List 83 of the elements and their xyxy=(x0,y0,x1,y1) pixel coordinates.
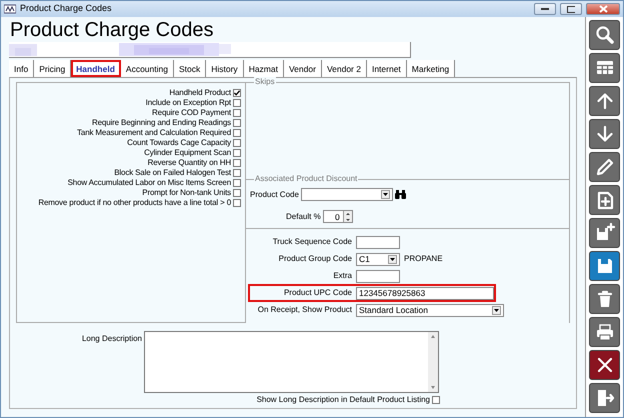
toolbar-button[interactable] xyxy=(589,317,620,347)
checkbox[interactable] xyxy=(233,99,241,107)
checkbox[interactable] xyxy=(432,396,440,404)
binoculars-icon[interactable] xyxy=(394,190,406,200)
field-label: Long Description xyxy=(80,333,142,345)
caret-icon xyxy=(382,193,388,196)
dropdown[interactable]: Standard Location xyxy=(356,304,504,316)
window-title: Product Charge Codes xyxy=(20,2,112,16)
checkbox-label: Block Sale on Failed Halogen Test xyxy=(114,167,231,179)
input-field[interactable] xyxy=(356,270,400,282)
checkbox-label: Include on Exception Rpt xyxy=(146,97,231,109)
app-icon xyxy=(4,4,16,14)
field-label: Extra xyxy=(332,270,353,282)
dropdown[interactable]: C1 xyxy=(356,252,400,266)
checkbox-label: Require Beginning and Ending Readings xyxy=(92,117,231,129)
long-description-field[interactable] xyxy=(144,331,439,393)
group-label: Skips xyxy=(254,77,276,87)
toolbar-button[interactable] xyxy=(589,53,620,83)
toolbar-button[interactable] xyxy=(589,284,620,314)
checkbox[interactable] xyxy=(233,129,241,137)
field-label: Product Code xyxy=(250,188,299,201)
maximize-icon xyxy=(567,6,575,12)
tab[interactable]: Pricing xyxy=(34,60,72,77)
tab[interactable]: Accounting xyxy=(120,60,174,77)
tab[interactable]: Handheld xyxy=(71,60,121,77)
checkbox[interactable] xyxy=(233,89,241,97)
field-label: On Receipt, Show Product xyxy=(256,304,353,316)
tab[interactable]: Hazmat xyxy=(244,60,284,77)
field-label: Product UPC Code xyxy=(282,287,353,299)
toolbar-button[interactable] xyxy=(589,152,620,182)
checkbox-label: Handheld Product xyxy=(169,87,231,99)
toolbar-button[interactable] xyxy=(589,119,620,149)
close-button[interactable] xyxy=(586,3,620,15)
checkbox-label: Tank Measurement and Calculation Required xyxy=(77,127,231,139)
checkbox[interactable] xyxy=(233,139,241,147)
toolbar-button[interactable] xyxy=(589,218,620,248)
checkbox-label: Count Towards Cage Capacity xyxy=(127,137,231,149)
toolbar-button[interactable] xyxy=(589,86,620,116)
close-icon xyxy=(598,5,608,13)
checkbox-label: Reverse Quantity on HH xyxy=(148,157,231,169)
tab[interactable]: Info xyxy=(9,60,34,77)
tab[interactable]: Internet xyxy=(366,60,407,77)
spin-up-icon[interactable] xyxy=(346,213,350,216)
tab[interactable]: Vendor 2 xyxy=(322,60,367,77)
field-label: Product Group Code xyxy=(278,253,353,265)
tab[interactable]: Marketing xyxy=(406,60,456,77)
checkbox-label: Prompt for Non-tank Units xyxy=(142,187,231,199)
tab[interactable]: History xyxy=(206,60,244,77)
checkbox-label: Show Accumulated Labor on Misc Items Screen xyxy=(68,177,231,189)
toolbar-button[interactable] xyxy=(589,251,620,281)
group-label: Associated Product Discount xyxy=(254,174,358,184)
checkbox[interactable] xyxy=(233,159,241,167)
tab[interactable]: Vendor xyxy=(284,60,322,77)
caret-icon xyxy=(494,308,499,312)
toolbar-button[interactable] xyxy=(589,383,620,413)
minimize-button[interactable] xyxy=(534,3,556,15)
toolbar-button[interactable] xyxy=(589,185,620,215)
tab[interactable]: Stock xyxy=(174,60,206,77)
checkbox[interactable] xyxy=(233,179,241,187)
checkbox[interactable] xyxy=(233,119,241,127)
maximize-button[interactable] xyxy=(560,3,582,15)
page-heading: Product Charge Codes xyxy=(10,19,214,41)
toolbar-button[interactable] xyxy=(589,350,620,380)
field-label: Default % xyxy=(286,210,321,223)
group-name: PROPANE xyxy=(404,253,443,265)
checkbox-label: Show Long Description in Default Product Listing xyxy=(256,394,430,406)
checkbox[interactable] xyxy=(233,189,241,197)
checkbox[interactable] xyxy=(233,199,241,207)
spin-down-icon[interactable] xyxy=(346,218,350,221)
minimize-icon xyxy=(541,7,549,11)
checkbox-label: Cylinder Equipment Scan xyxy=(144,147,231,159)
caret-icon xyxy=(390,258,395,260)
checkbox[interactable] xyxy=(233,149,241,157)
default-percent-spinner[interactable]: 0 xyxy=(322,210,353,224)
checkbox[interactable] xyxy=(233,109,241,117)
input-field[interactable]: 12345678925863 xyxy=(356,286,494,300)
toolbar-button[interactable] xyxy=(589,20,620,50)
input-field[interactable] xyxy=(356,236,400,248)
checkbox-label: Require COD Payment xyxy=(152,107,231,119)
checkbox[interactable] xyxy=(233,169,241,177)
field-label: Truck Sequence Code xyxy=(272,236,353,248)
checkbox-label: Remove product if no other products have a line total > 0 xyxy=(38,197,231,209)
search-icon xyxy=(594,24,616,46)
